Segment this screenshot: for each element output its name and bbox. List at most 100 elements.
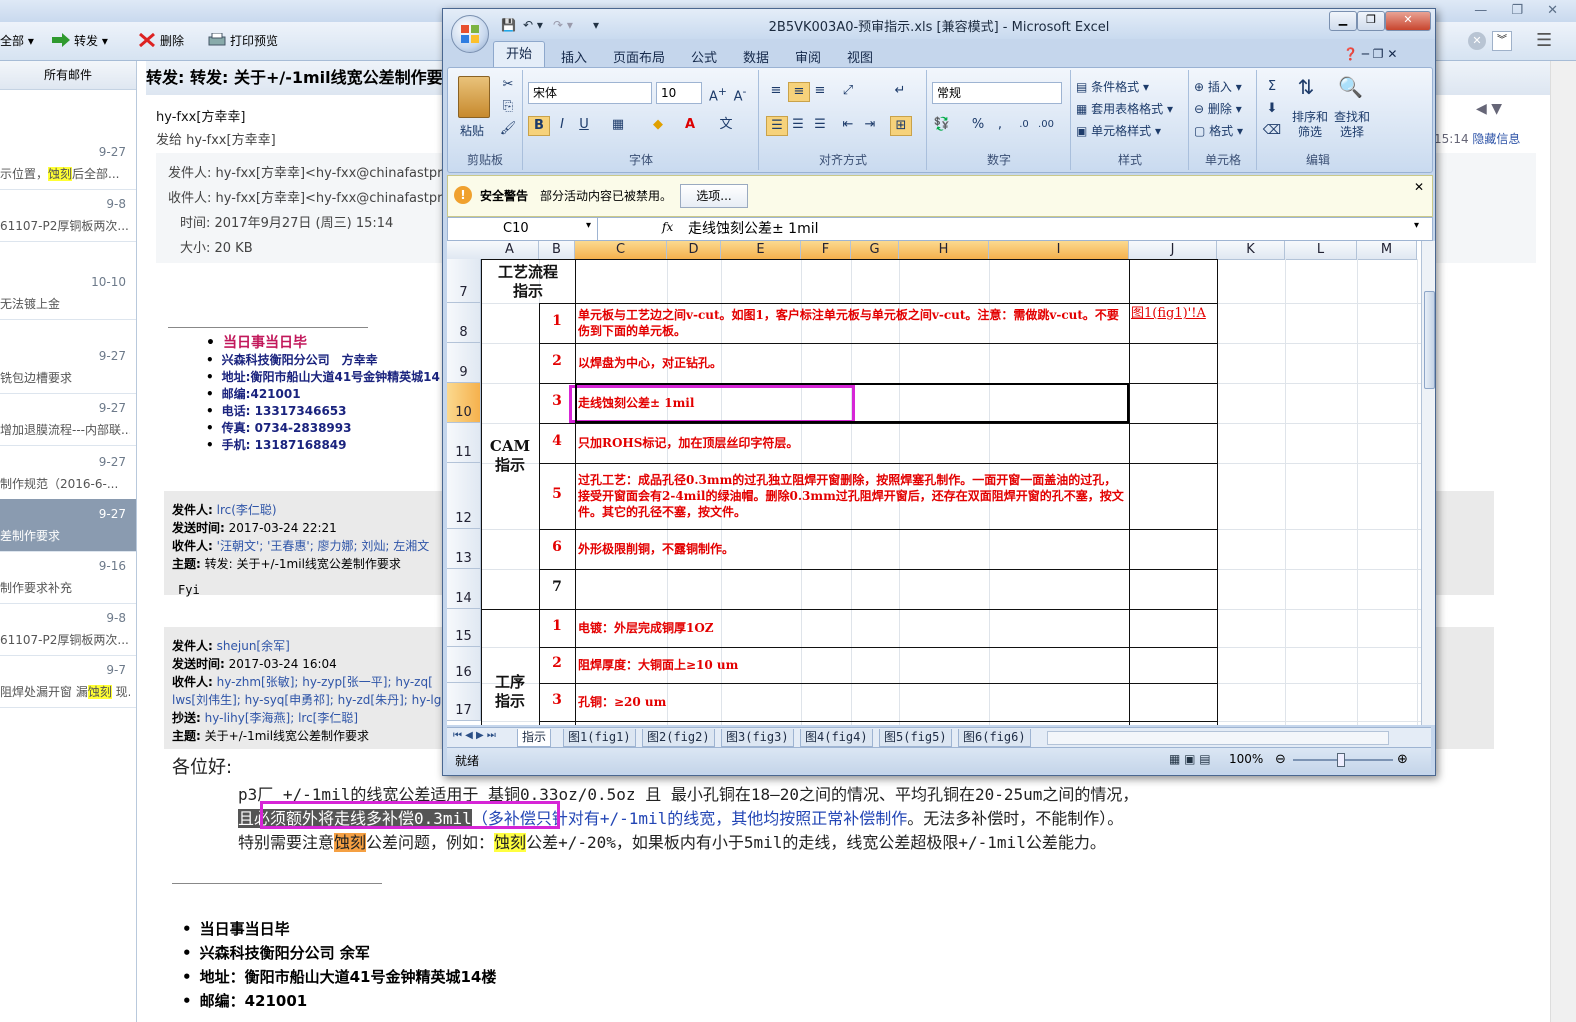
reading-scrollbar[interactable]	[1550, 61, 1576, 1022]
sheet-nav-arrows[interactable]: ⏮ ◀ ▶ ⏭	[453, 730, 496, 741]
tab-formulas[interactable]: 公式	[691, 47, 717, 66]
column-header[interactable]: C	[575, 241, 667, 260]
format-painter-icon[interactable]: 🖌	[498, 120, 518, 138]
help-icon[interactable]: ❓ ─ ❐ ✕	[1343, 47, 1397, 61]
column-header[interactable]: M	[1357, 241, 1417, 260]
insert-cells-button[interactable]: ⊕ 插入 ▾	[1194, 78, 1242, 95]
sheet-tab[interactable]: 图2(fig2)	[642, 729, 715, 747]
item-text[interactable]: 孔铜：≥20 um	[578, 694, 1124, 710]
delete-cells-button[interactable]: ⊖ 删除 ▾	[1194, 100, 1242, 117]
zoom-level[interactable]: 100%	[1229, 752, 1263, 766]
maximize-button[interactable]: ❐	[1357, 11, 1385, 31]
column-header[interactable]: G	[851, 241, 899, 260]
column-header[interactable]: K	[1217, 241, 1285, 260]
tab-insert[interactable]: 插入	[561, 47, 587, 66]
list-item[interactable]: 10-10 无法镀上金	[0, 267, 136, 320]
find-select-icon[interactable]: 🔍	[1338, 77, 1363, 97]
phonetic-icon[interactable]: 文	[716, 116, 736, 134]
tab-view[interactable]: 视图	[847, 47, 873, 66]
decrease-indent-icon[interactable]: ⇤	[838, 116, 858, 134]
column-header[interactable]: J	[1129, 241, 1217, 260]
list-item[interactable]: 9-16 制作要求补充	[0, 551, 136, 604]
security-options-button[interactable]: 选项...	[680, 184, 748, 208]
tab-page-layout[interactable]: 页面布局	[613, 47, 665, 66]
font-color-icon[interactable]: A	[680, 116, 700, 134]
row-header[interactable]: 10	[447, 383, 481, 423]
zoom-slider-thumb[interactable]	[1337, 753, 1345, 767]
shrink-font-icon[interactable]: A-	[730, 83, 750, 104]
list-item[interactable]: 9-7 阻焊处漏开窗 漏蚀刻 现...	[0, 655, 136, 708]
accounting-format-icon[interactable]: 💱	[932, 116, 952, 134]
wrap-text-icon[interactable]: ↵	[890, 82, 910, 100]
item-text[interactable]: 只加ROHS标记，加在顶层丝印字符层。	[578, 435, 1124, 451]
delete-button[interactable]: 删除	[138, 30, 184, 52]
list-item[interactable]: 9-27 铣包边槽要求	[0, 341, 136, 394]
align-right-icon[interactable]: ☰	[810, 116, 830, 134]
sheet-tab[interactable]: 图4(fig4)	[800, 729, 873, 747]
expand-formula-bar-icon[interactable]: ▾	[1414, 220, 1419, 231]
zoom-out-icon[interactable]: ⊖	[1275, 752, 1286, 767]
borders-icon[interactable]: ▦	[608, 116, 628, 134]
row-header[interactable]: 8	[447, 303, 481, 343]
fx-icon[interactable]: fx	[662, 220, 673, 234]
format-cells-button[interactable]: ▢ 格式 ▾	[1194, 122, 1243, 139]
item-text[interactable]: 电镀：外层完成铜厚1OZ	[578, 620, 1124, 636]
sheet-tab[interactable]: 图1(fig1)	[563, 729, 636, 747]
autosum-icon[interactable]: Σ	[1262, 78, 1282, 96]
merge-center-icon[interactable]: ⊞	[890, 116, 912, 136]
select-all-corner[interactable]	[447, 241, 482, 260]
view-buttons[interactable]: ▦ ▣ ▤	[1169, 752, 1211, 766]
list-item[interactable]: 9-27 制作规范（2016-6-...	[0, 447, 136, 500]
row-header[interactable]: 11	[447, 423, 481, 463]
cut-icon[interactable]: ✂	[498, 76, 518, 94]
chevron-down-icon[interactable]: ︾	[1492, 31, 1512, 51]
italic-icon[interactable]: I	[552, 116, 572, 134]
row-header[interactable]: 12	[447, 463, 481, 529]
list-item[interactable]: 9-27 示位置，蚀刻后全部...	[0, 137, 136, 190]
minimize-button[interactable]: ▁	[1329, 11, 1357, 31]
row-header[interactable]: 7	[447, 259, 481, 303]
zoom-in-icon[interactable]: ⊕	[1397, 752, 1408, 767]
sheet-tab[interactable]: 图3(fig3)	[721, 729, 794, 747]
sort-filter-icon[interactable]: ⇅	[1296, 77, 1316, 97]
list-item[interactable]: 9-8 61107-P2厚铜板两次...	[0, 603, 136, 656]
percent-icon[interactable]: %	[968, 116, 988, 134]
name-box[interactable]: C10	[448, 218, 598, 240]
align-left-icon[interactable]: ☰	[766, 116, 788, 136]
save-icon[interactable]: 💾	[501, 18, 516, 32]
item-text[interactable]: 外形极限削铜，不露铜制作。	[578, 541, 1124, 557]
hyperlink-cell[interactable]: 图1(fig1)'!A	[1131, 306, 1215, 322]
clear-icon[interactable]: ⌫	[1262, 122, 1282, 140]
item-text[interactable]: 阻焊厚度：大铜面上≥10 um	[578, 657, 1124, 673]
orientation-icon[interactable]: ⤢	[838, 82, 858, 100]
print-preview-button[interactable]: 打印预览	[208, 30, 278, 52]
sheet-tab[interactable]: 图5(fig5)	[879, 729, 952, 747]
vertical-scrollbar[interactable]	[1421, 241, 1435, 725]
increase-indent-icon[interactable]: ⇥	[860, 116, 880, 134]
fill-color-icon[interactable]: ◆	[648, 116, 668, 134]
close-button[interactable]: ✕	[1385, 11, 1431, 31]
conditional-format-button[interactable]: ▤ 条件格式 ▾	[1076, 78, 1149, 95]
underline-icon[interactable]: U	[574, 116, 594, 134]
paste-label[interactable]: 粘贴	[460, 122, 484, 139]
reply-arrow-icon[interactable]: ◀ ▼	[1476, 101, 1502, 117]
align-bottom-icon[interactable]: ≡	[810, 82, 830, 100]
worksheet-grid[interactable]: A B C D E F G H I J K L M 7 8 9 10 11 12 13 14 15 16 17 工艺流程 指示 C…	[447, 241, 1421, 725]
row-header[interactable]: 17	[447, 683, 481, 721]
sheet-tab[interactable]: 指示	[517, 729, 552, 747]
redo-icon[interactable]: ↷ ▾	[553, 18, 573, 32]
align-center-icon[interactable]: ☰	[788, 116, 808, 134]
list-item[interactable]: 9-8 61107-P2厚铜板两次...	[0, 189, 136, 242]
copy-icon[interactable]: ⎘	[498, 98, 518, 116]
tab-home[interactable]: 开始	[493, 41, 546, 68]
list-item[interactable]: 9-27 差制作要求	[0, 499, 136, 552]
hide-info-link[interactable]: 隐藏信息	[1472, 132, 1520, 146]
find-select-label[interactable]: 查找和 选择	[1334, 110, 1370, 140]
comma-icon[interactable]: ,	[990, 116, 1010, 134]
column-header[interactable]: F	[801, 241, 851, 260]
scroll-thumb[interactable]	[1424, 291, 1435, 389]
column-header[interactable]: H	[899, 241, 989, 260]
row-header[interactable]: 16	[447, 647, 481, 683]
close-warning-icon[interactable]: ✕	[1414, 180, 1424, 194]
grow-font-icon[interactable]: A+	[708, 83, 728, 104]
